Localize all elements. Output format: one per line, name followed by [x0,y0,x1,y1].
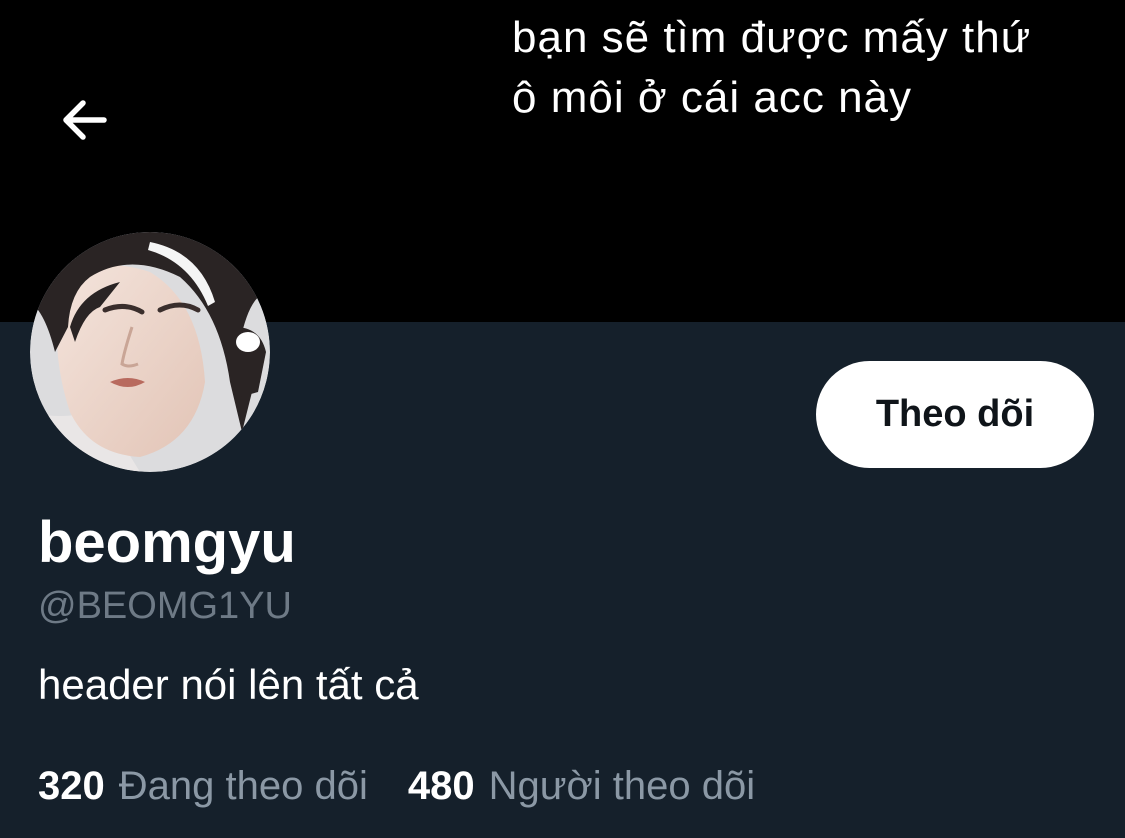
profile-bio: header nói lên tất cả [38,661,419,708]
display-name: beomgyu [38,510,296,575]
following-count: 320 [38,764,105,808]
followers-label: Người theo dõi [488,764,756,808]
following-stat[interactable]: 320 Đang theo dõi [38,759,368,813]
profile-handle: @BEOMG1YU [38,585,292,627]
following-label: Đang theo dõi [118,764,368,808]
banner-caption: bạn sẽ tìm được mấy thứ ô môi ở cái acc … [512,8,1112,128]
arrow-left-icon [63,100,107,140]
avatar[interactable] [30,232,270,472]
banner-line-1: bạn sẽ tìm được mấy thứ [512,13,1032,62]
followers-count: 480 [407,764,475,808]
banner-line-2: ô môi ở cái acc này [512,73,913,122]
followers-stat[interactable]: 480 Người theo dõi [408,759,755,813]
follow-button[interactable]: Theo dõi [816,361,1094,468]
avatar-photo [30,232,270,472]
back-button[interactable] [50,86,118,154]
profile-screen: bạn sẽ tìm được mấy thứ ô môi ở cái acc … [0,0,1125,838]
profile-stats: 320 Đang theo dõi 480 Người theo dõi [38,759,755,813]
